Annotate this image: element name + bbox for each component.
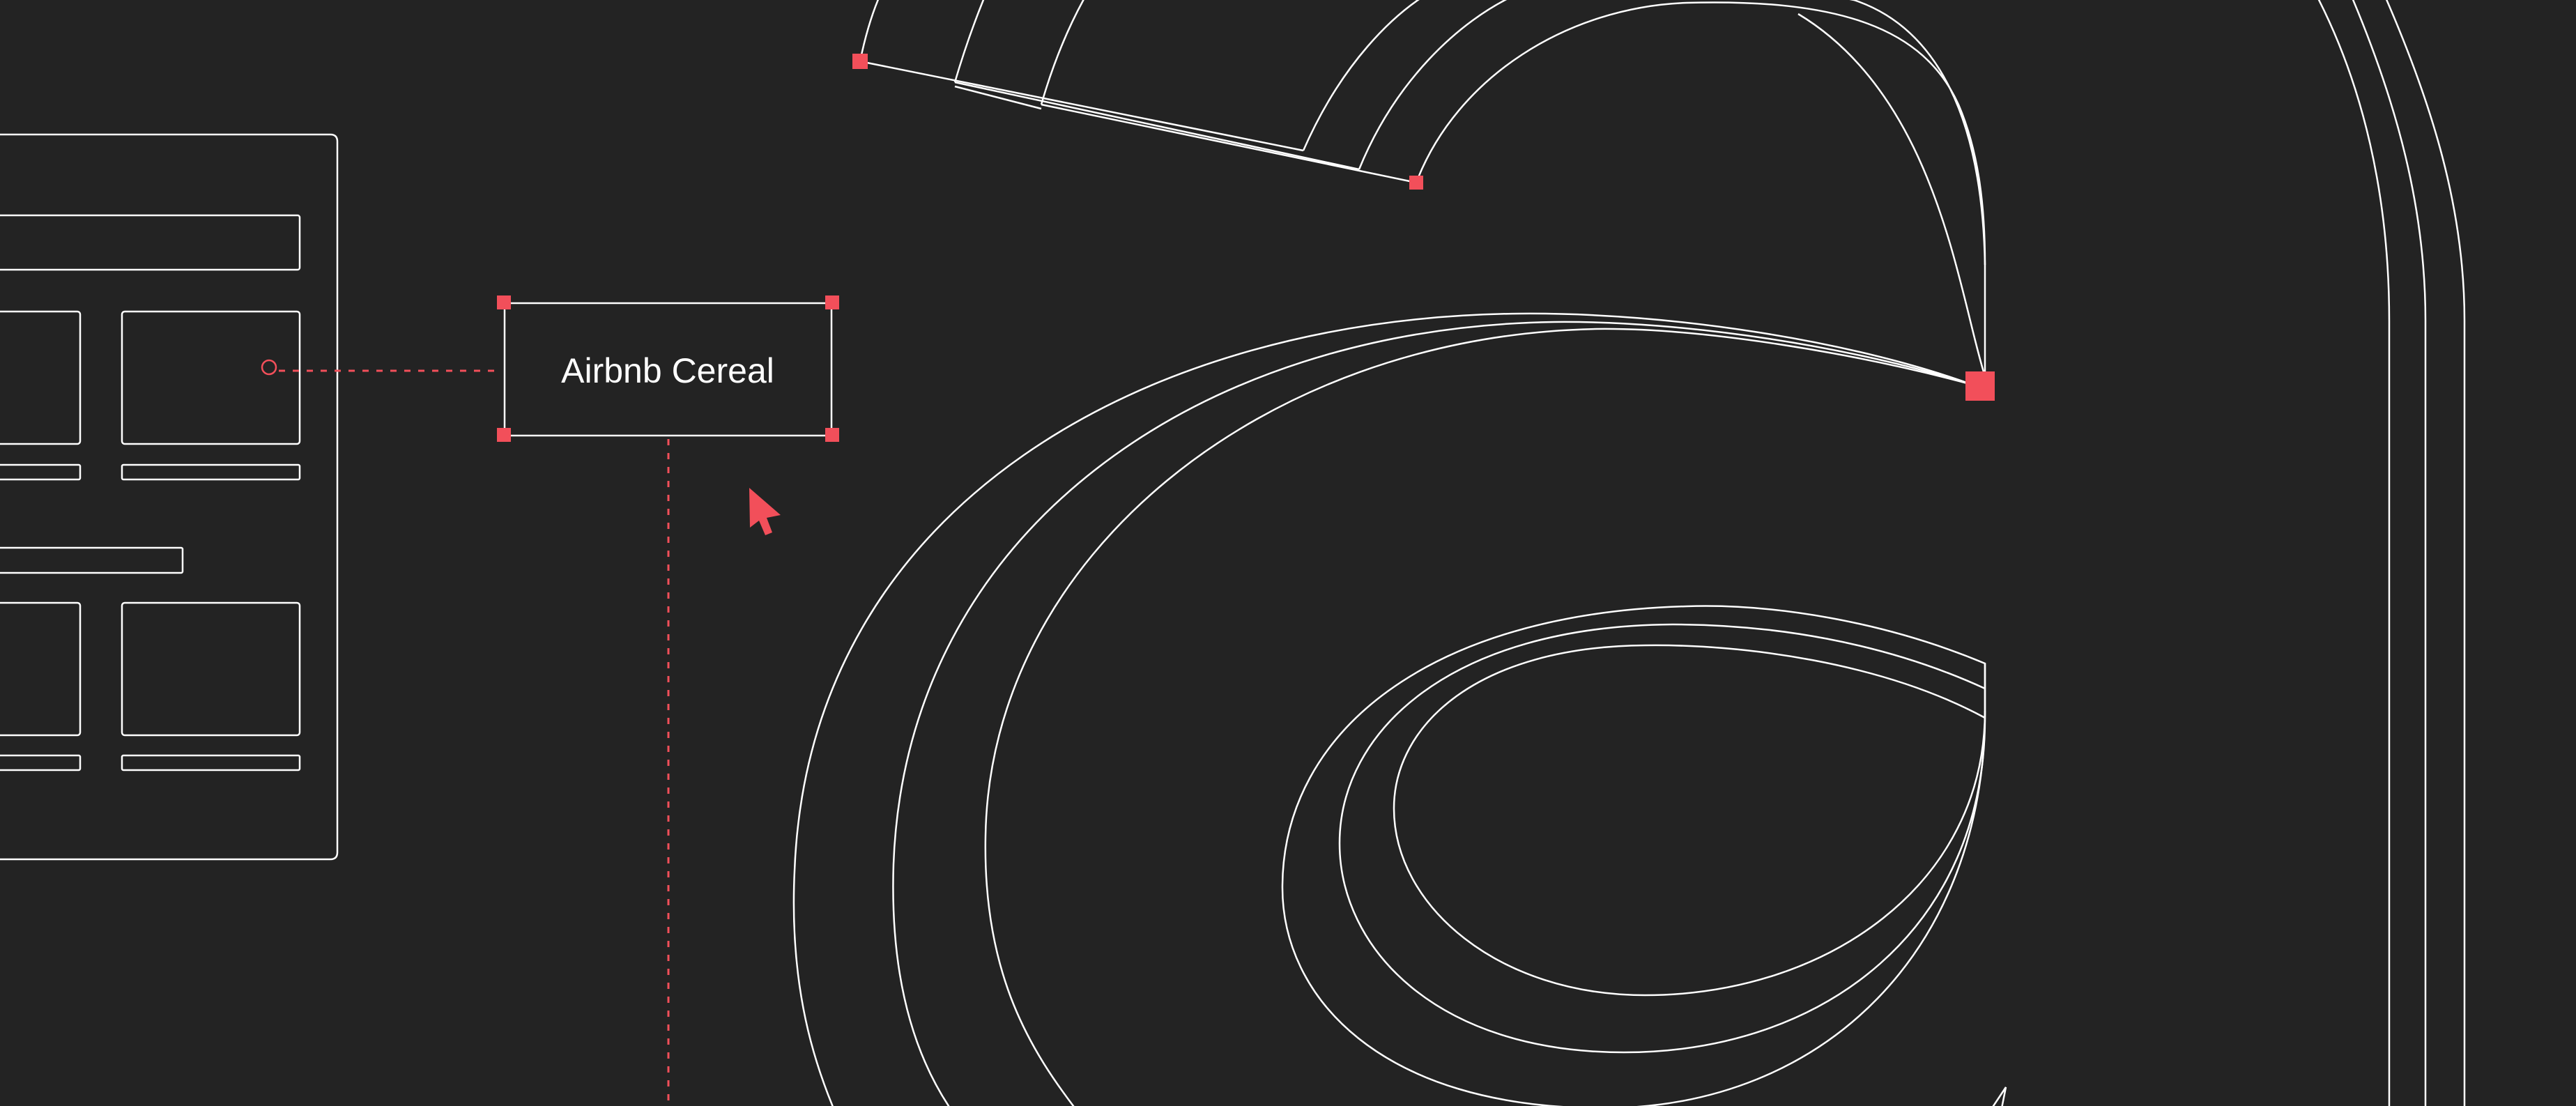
wireframe-header-bar bbox=[0, 214, 301, 271]
connector bbox=[261, 359, 670, 1106]
wireframe-caption-2 bbox=[121, 463, 301, 481]
selection-handle-top-right[interactable] bbox=[825, 295, 839, 309]
vector-artboard[interactable]: Airbnb Cereal bbox=[0, 0, 2576, 1106]
connector-node-icon[interactable] bbox=[261, 359, 277, 376]
bowl-outer-3 bbox=[984, 328, 1973, 1106]
shoulder-curve-2 bbox=[1358, 0, 1508, 170]
shoulder-curve-1 bbox=[1302, 0, 1420, 151]
bezier-anchor-handle-icon[interactable] bbox=[1965, 371, 1995, 401]
bezier-anchor-handle-icon[interactable] bbox=[1409, 176, 1423, 190]
bezier-anchor-handle-icon[interactable] bbox=[852, 54, 868, 69]
bowl-outer-1 bbox=[792, 312, 1973, 1106]
shoulder-curve-3 bbox=[1415, 1, 1986, 385]
wireframe-frame bbox=[0, 133, 339, 861]
stem-outline-1 bbox=[2317, 0, 2391, 1106]
selection-handle-bottom-left[interactable] bbox=[497, 428, 511, 442]
stem-outline-2 bbox=[2352, 0, 2427, 1106]
font-label-text[interactable]: Airbnb Cereal bbox=[561, 351, 774, 390]
wireframe-card-1 bbox=[0, 310, 82, 445]
pointer-arrow-icon bbox=[749, 488, 781, 535]
shoulder-curve-4 bbox=[1849, 0, 1986, 266]
wireframe-card-2[interactable] bbox=[121, 310, 301, 445]
wireframe-caption-3 bbox=[0, 754, 82, 771]
bowl-outer-2 bbox=[892, 321, 1973, 1106]
wireframe-card-3 bbox=[0, 601, 82, 737]
design-canvas[interactable]: Airbnb Cereal bbox=[0, 0, 2576, 1106]
counter-inner bbox=[1393, 644, 1986, 997]
selection-handle-top-left[interactable] bbox=[497, 295, 511, 309]
selection-handle-bottom-right[interactable] bbox=[825, 428, 839, 442]
letter-a-outline bbox=[792, 0, 2466, 1106]
stem-join-curve bbox=[1797, 13, 1986, 385]
wireframe-caption-4 bbox=[121, 754, 301, 771]
font-label-box[interactable]: Airbnb Cereal bbox=[497, 295, 839, 442]
arm-outline-mid bbox=[953, 0, 985, 83]
wireframe-panel bbox=[0, 133, 339, 861]
stem-outline-3 bbox=[2385, 0, 2466, 1106]
arm-baseline-3 bbox=[1041, 103, 1417, 184]
arm-outline-outer bbox=[1040, 0, 1084, 105]
wireframe-card-4 bbox=[121, 601, 301, 737]
arm-baseline-2 bbox=[954, 81, 1360, 171]
arm-baseline-1 bbox=[859, 60, 1304, 152]
wireframe-caption-1 bbox=[0, 463, 82, 481]
wireframe-section-title bbox=[0, 546, 184, 574]
arm-outline-inner bbox=[859, 0, 880, 62]
bottom-spur bbox=[1992, 1086, 2007, 1106]
counter-outer bbox=[1281, 605, 1986, 1106]
